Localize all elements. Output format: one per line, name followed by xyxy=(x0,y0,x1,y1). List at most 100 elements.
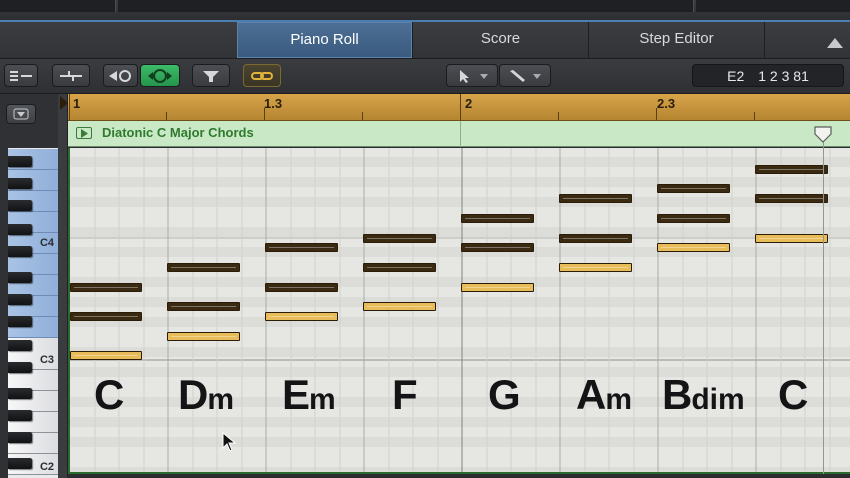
midi-note[interactable] xyxy=(363,234,436,243)
filter-button[interactable] xyxy=(192,64,230,87)
local-menu-icon xyxy=(10,70,32,81)
editor-tab-bar: Piano Roll Score Step Editor xyxy=(0,22,850,59)
midi-note-selected[interactable] xyxy=(559,263,632,272)
top-strip-segment xyxy=(0,0,116,12)
black-key[interactable] xyxy=(8,178,32,189)
midi-out-button[interactable] xyxy=(140,64,180,87)
tab-bar-spacer xyxy=(764,22,850,58)
ruler-mark: 2 xyxy=(465,96,473,111)
region-play-button[interactable] xyxy=(76,127,92,139)
collapse-button[interactable] xyxy=(6,104,36,124)
key-label-c2: C2 xyxy=(39,461,54,473)
link-button[interactable] xyxy=(243,64,281,87)
ruler-mark: 2.3 xyxy=(657,96,676,111)
chord-name: G xyxy=(488,371,521,418)
time-readout: 1 2 3 81 xyxy=(758,67,809,84)
midi-region-header[interactable]: Diatonic C Major Chords xyxy=(68,121,850,147)
ruler-tick xyxy=(166,112,167,120)
black-key[interactable] xyxy=(8,156,32,167)
midi-note-selected[interactable] xyxy=(363,302,436,311)
black-key[interactable] xyxy=(8,294,32,305)
midi-note[interactable] xyxy=(461,214,534,223)
midi-note[interactable] xyxy=(755,165,828,174)
play-icon xyxy=(81,129,88,138)
window-top-strip xyxy=(0,0,850,22)
bar-ruler[interactable]: 1 1.3 2 2.3 xyxy=(60,94,850,121)
black-key[interactable] xyxy=(8,432,32,443)
keyboard-grid-separator xyxy=(58,94,68,478)
midi-note[interactable] xyxy=(265,243,338,252)
playhead[interactable] xyxy=(823,138,824,474)
midi-in-icon xyxy=(60,70,82,81)
ruler-tick xyxy=(362,112,363,120)
chord-name: Dm xyxy=(178,371,235,418)
ruler-tick xyxy=(656,108,657,120)
chord-name: Am xyxy=(576,371,633,418)
mouse-cursor-icon xyxy=(222,432,237,452)
chord-name: C xyxy=(94,371,124,418)
midi-note[interactable] xyxy=(167,263,240,272)
midi-note[interactable] xyxy=(755,194,828,203)
black-key[interactable] xyxy=(8,200,32,211)
black-key[interactable] xyxy=(8,272,32,283)
key-label-c4: C4 xyxy=(39,237,54,249)
top-strip-segment xyxy=(696,0,850,12)
midi-note[interactable] xyxy=(363,263,436,272)
black-key[interactable] xyxy=(8,224,32,235)
top-strip-segment xyxy=(118,0,694,12)
midi-out-icon xyxy=(148,68,172,83)
pencil-tool-icon xyxy=(510,69,541,82)
black-key[interactable] xyxy=(8,340,32,351)
key-label-c3: C3 xyxy=(39,354,54,366)
midi-note[interactable] xyxy=(70,312,142,321)
ruler-mark: 1 xyxy=(73,96,81,111)
tab-piano-roll[interactable]: Piano Roll xyxy=(237,22,412,58)
link-icon xyxy=(251,71,273,80)
local-menu-button[interactable] xyxy=(4,64,38,87)
midi-note-selected[interactable] xyxy=(167,332,240,341)
ruler-tick xyxy=(69,94,70,120)
position-display: E2 1 2 3 81 xyxy=(692,64,844,87)
piano-keyboard[interactable]: C4 C3 C2 xyxy=(8,148,58,478)
black-key[interactable] xyxy=(8,388,32,399)
piano-roll-grid[interactable]: C Dm Em F G Am Bdim C xyxy=(68,148,850,474)
catch-button[interactable] xyxy=(103,64,138,87)
ruler-tick xyxy=(754,112,755,120)
midi-note[interactable] xyxy=(559,234,632,243)
expand-arrow-icon[interactable] xyxy=(823,34,847,50)
region-bar-line xyxy=(460,121,461,147)
midi-note[interactable] xyxy=(265,283,338,292)
black-key[interactable] xyxy=(8,410,32,421)
pointer-tool-menu[interactable] xyxy=(446,64,498,87)
midi-note-selected[interactable] xyxy=(657,243,730,252)
ruler-mark: 1.3 xyxy=(264,96,283,111)
ruler-tick xyxy=(264,108,265,120)
midi-note[interactable] xyxy=(657,214,730,223)
tab-step-editor[interactable]: Step Editor xyxy=(588,22,764,58)
black-key[interactable] xyxy=(8,246,32,257)
midi-in-button[interactable] xyxy=(52,64,90,87)
ruler-tick xyxy=(558,112,559,120)
filter-icon xyxy=(203,70,219,82)
midi-note[interactable] xyxy=(70,283,142,292)
tab-score[interactable]: Score xyxy=(412,22,588,58)
midi-note-selected[interactable] xyxy=(461,283,534,292)
pitch-readout: E2 xyxy=(727,67,745,84)
black-key[interactable] xyxy=(8,362,32,373)
midi-note-selected[interactable] xyxy=(70,351,142,360)
midi-note[interactable] xyxy=(461,243,534,252)
chevron-down-icon xyxy=(13,108,29,120)
pencil-tool-menu[interactable] xyxy=(499,64,551,87)
black-key[interactable] xyxy=(8,316,32,327)
grid-lines xyxy=(70,148,850,472)
black-key[interactable] xyxy=(8,458,32,469)
chord-name: F xyxy=(392,371,418,418)
chord-name: Em xyxy=(282,371,336,418)
midi-note[interactable] xyxy=(559,194,632,203)
midi-note-selected[interactable] xyxy=(755,234,828,243)
midi-note-selected[interactable] xyxy=(265,312,338,321)
playhead-handle-icon[interactable] xyxy=(814,126,832,144)
ruler-tick xyxy=(460,94,461,120)
midi-note[interactable] xyxy=(167,302,240,311)
midi-note[interactable] xyxy=(657,184,730,193)
